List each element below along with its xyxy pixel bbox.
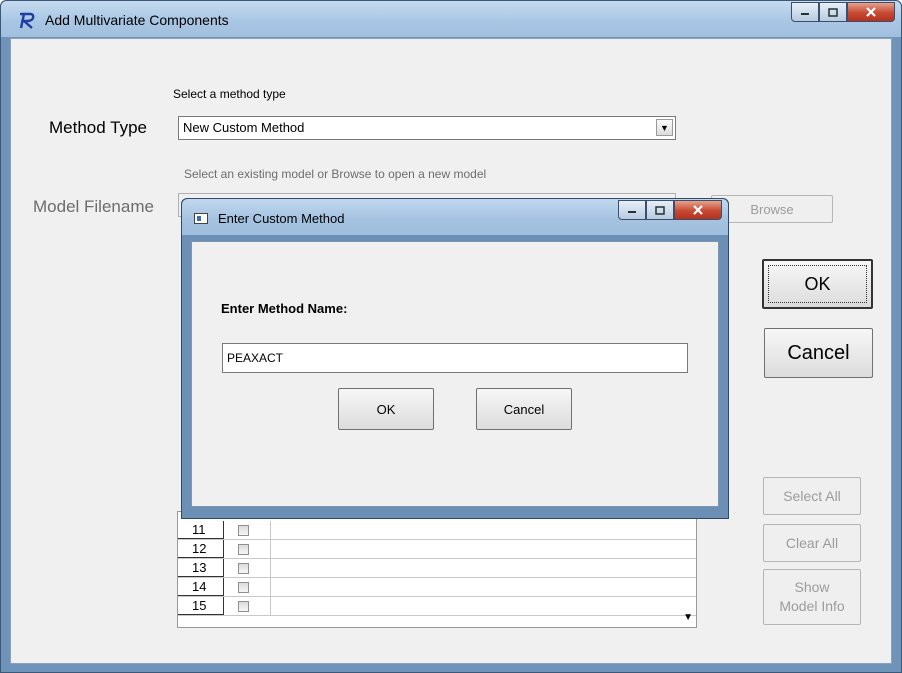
row-number: 15: [178, 597, 224, 615]
dialog-caption-buttons: [618, 200, 722, 220]
dialog-cancel-button[interactable]: Cancel: [476, 388, 572, 430]
row-checkbox[interactable]: [238, 544, 249, 555]
model-filename-label: Model Filename: [33, 197, 154, 216]
column-divider: [270, 578, 271, 596]
method-type-label: Method Type: [49, 118, 147, 137]
method-type-select[interactable]: New Custom Method ▼: [178, 116, 676, 140]
maximize-icon: [655, 205, 665, 215]
dialog-close-button[interactable]: [674, 200, 722, 220]
model-filename-hint: Select an existing model or Browse to op…: [184, 167, 487, 181]
row-checkbox[interactable]: [238, 525, 249, 536]
method-name-prompt: Enter Method Name:: [221, 301, 348, 316]
row-checkbox[interactable]: [238, 601, 249, 612]
column-divider: [270, 521, 271, 539]
focus-rectangle: [768, 265, 867, 303]
close-icon: [693, 205, 703, 215]
list-row[interactable]: 12: [178, 540, 696, 559]
app-logo-icon: [19, 12, 35, 29]
window-title: Add Multivariate Components: [45, 12, 229, 28]
show-model-info-button[interactable]: Show Model Info: [763, 569, 861, 625]
minimize-icon: [801, 13, 809, 15]
minimize-button[interactable]: [791, 2, 819, 22]
close-button[interactable]: [847, 2, 895, 22]
row-number: 12: [178, 540, 224, 558]
method-type-hint: Select a method type: [173, 87, 286, 101]
cancel-button[interactable]: Cancel: [764, 328, 873, 378]
column-divider: [270, 597, 271, 615]
ok-button[interactable]: OK: [762, 259, 873, 309]
window-caption-buttons: [791, 2, 895, 22]
row-checkbox[interactable]: [238, 582, 249, 593]
dialog-window-icon: [194, 213, 208, 224]
list-row[interactable]: 13: [178, 559, 696, 578]
column-divider: [270, 540, 271, 558]
dialog-title: Enter Custom Method: [218, 211, 345, 226]
browse-button[interactable]: Browse: [711, 195, 833, 223]
dialog-maximize-button[interactable]: [646, 200, 674, 220]
component-list[interactable]: 11 12 13 14 15 ▼: [177, 511, 697, 628]
dropdown-arrow-icon[interactable]: ▼: [656, 119, 673, 136]
method-type-value: New Custom Method: [183, 120, 305, 135]
clear-all-button[interactable]: Clear All: [763, 524, 861, 562]
dialog-minimize-button[interactable]: [618, 200, 646, 220]
list-dropdown-arrow-icon[interactable]: ▼: [683, 612, 693, 623]
list-row[interactable]: 11: [178, 521, 696, 540]
show-model-info-line2: Model Info: [779, 598, 845, 614]
dialog-ok-button[interactable]: OK: [338, 388, 434, 430]
close-icon: [866, 7, 876, 17]
row-number: 13: [178, 559, 224, 577]
dialog-title-bar[interactable]: Enter Custom Method: [182, 199, 728, 235]
row-number: 11: [178, 521, 224, 539]
show-model-info-line1: Show: [794, 579, 830, 595]
dialog-client-area: Enter Method Name: OK Cancel: [191, 241, 719, 507]
select-all-button[interactable]: Select All: [763, 477, 861, 515]
column-divider: [270, 559, 271, 577]
title-bar[interactable]: Add Multivariate Components: [1, 1, 901, 37]
method-name-input[interactable]: [222, 343, 688, 373]
maximize-button[interactable]: [819, 2, 847, 22]
maximize-icon: [828, 7, 838, 17]
list-row[interactable]: 14: [178, 578, 696, 597]
custom-method-dialog: Enter Custom Method Enter Method Name: O…: [181, 198, 729, 519]
row-checkbox[interactable]: [238, 563, 249, 574]
list-row[interactable]: 15: [178, 597, 696, 616]
minimize-icon: [628, 211, 636, 213]
row-number: 14: [178, 578, 224, 596]
